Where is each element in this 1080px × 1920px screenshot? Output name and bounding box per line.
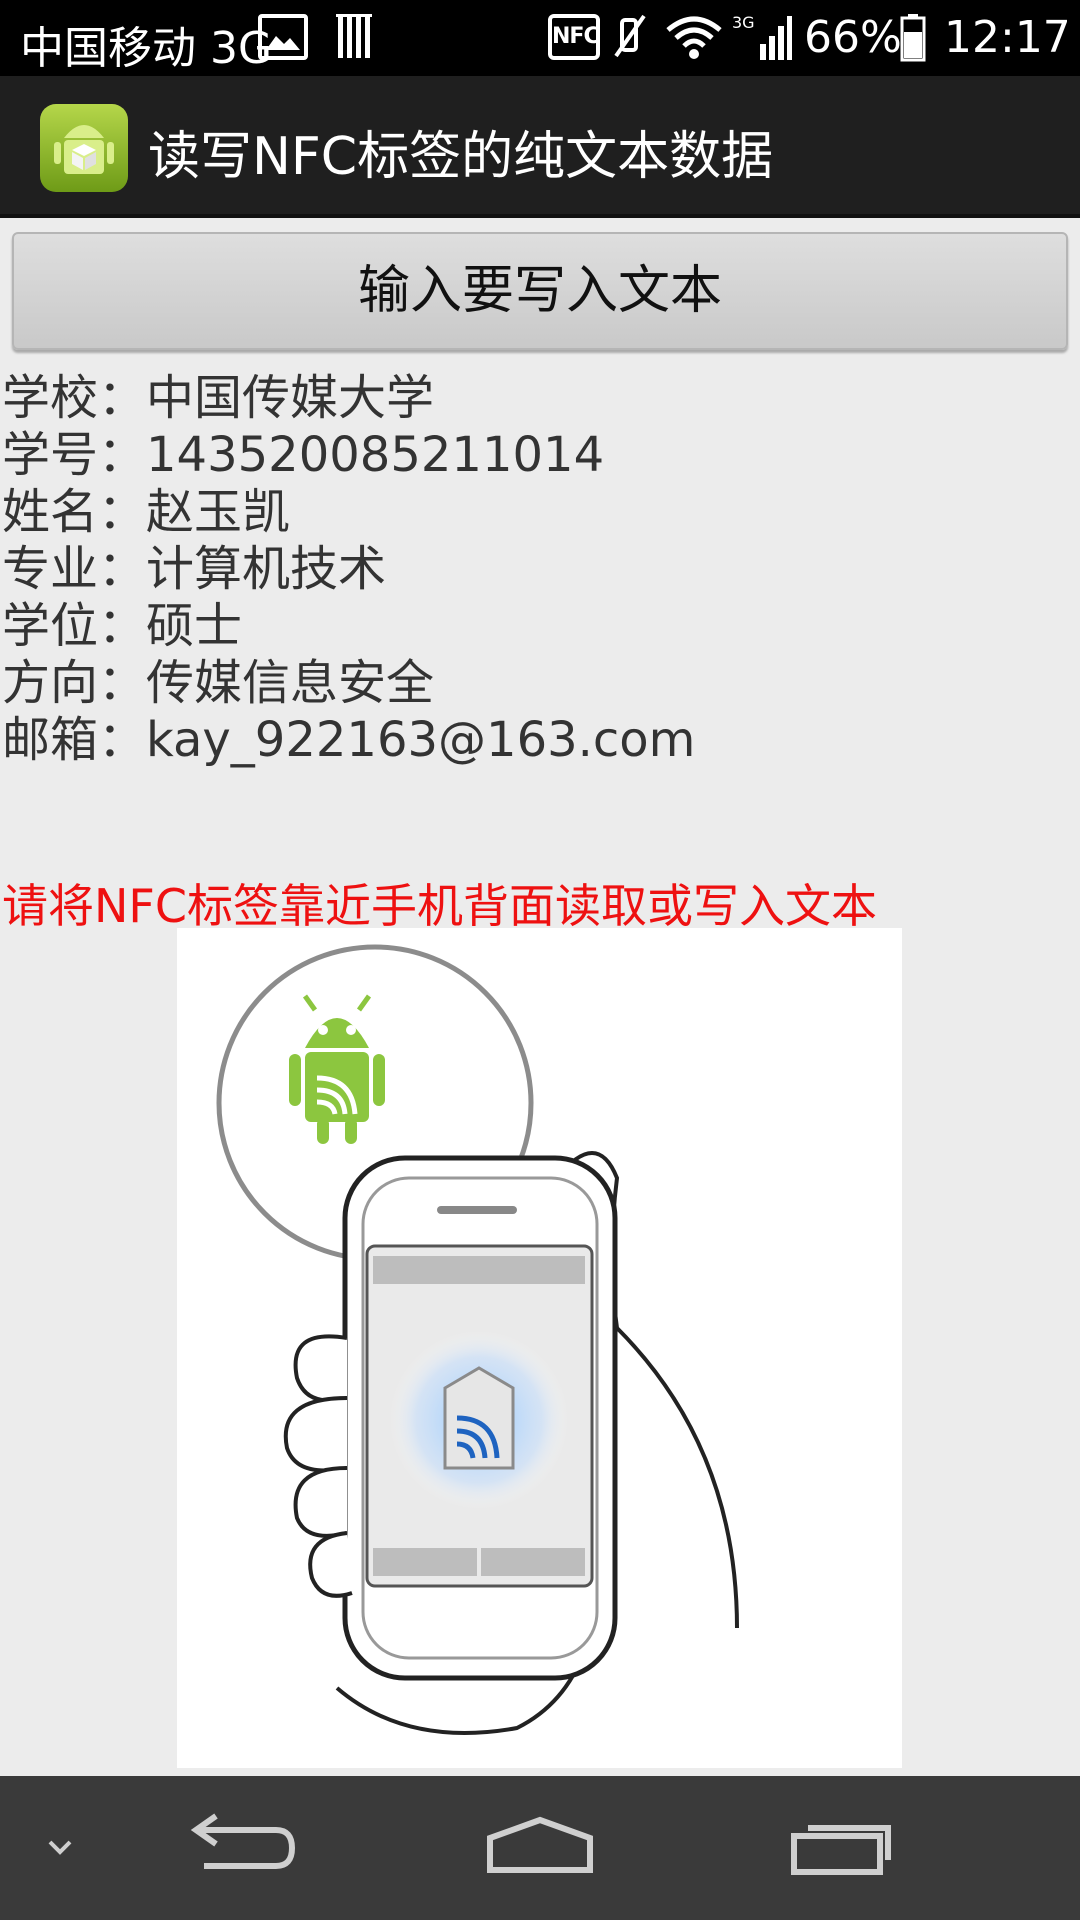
carrier-label: 中国移动 3G [20,23,273,74]
clock: 12:17 [944,12,1071,63]
info-row-direction: 方向：传媒信息安全 [2,655,695,712]
navigation-bar [0,1776,1080,1920]
info-row-name: 姓名：赵玉凯 [2,484,695,541]
info-value: 硕士 [146,598,243,654]
info-row-major: 专业：计算机技术 [2,541,695,598]
info-row-school: 学校：中国传媒大学 [2,370,695,427]
battery-icon [900,14,926,62]
hide-keyboard-icon[interactable] [30,1776,90,1920]
action-bar: 读写NFC标签的纯文本数据 [0,76,1080,218]
info-value: 143520085211014 [146,427,605,483]
info-row-degree: 学位：硕士 [2,598,695,655]
app-icon [40,104,128,192]
info-value: 中国传媒大学 [146,370,435,426]
signal-icon: 3G [732,13,792,60]
info-value: 计算机技术 [146,541,387,597]
nfc-tag [443,1366,515,1470]
status-bar: 中国移动 3G NFC 3G 66% 12:17 [0,0,1080,76]
gallery-icon [258,14,308,60]
info-label: 学号： [2,427,147,483]
signal-type-label: 3G [732,13,755,32]
write-text-button[interactable]: 输入要写入文本 [12,232,1068,350]
info-value: 赵玉凯 [146,484,291,540]
barcode-icon [336,14,372,58]
info-row-student-id: 学号：143520085211014 [2,427,695,484]
info-value: 传媒信息安全 [146,655,435,711]
wifi-icon [666,16,722,59]
nfc-illustration [177,928,902,1768]
battery-percent: 66% [804,12,902,63]
app-title: 读写NFC标签的纯文本数据 [148,127,774,187]
info-label: 邮箱： [2,712,147,768]
back-icon[interactable] [180,1776,300,1920]
recents-icon[interactable] [780,1776,900,1920]
info-label: 方向： [2,655,147,711]
info-label: 学校： [2,370,147,426]
student-info-list: 学校：中国传媒大学 学号：143520085211014 姓名：赵玉凯 专业：计… [2,370,695,769]
nfc-icon: NFC [548,14,600,60]
home-icon[interactable] [480,1776,600,1920]
info-label: 姓名： [2,484,147,540]
info-row-email: 邮箱：kay_922163@163.com [2,712,695,769]
mute-icon [614,14,646,58]
info-value: kay_922163@163.com [146,712,696,768]
info-label: 专业： [2,541,147,597]
nfc-hint-text: 请将NFC标签靠近手机背面读取或写入文本 [2,879,877,933]
info-label: 学位： [2,598,147,654]
